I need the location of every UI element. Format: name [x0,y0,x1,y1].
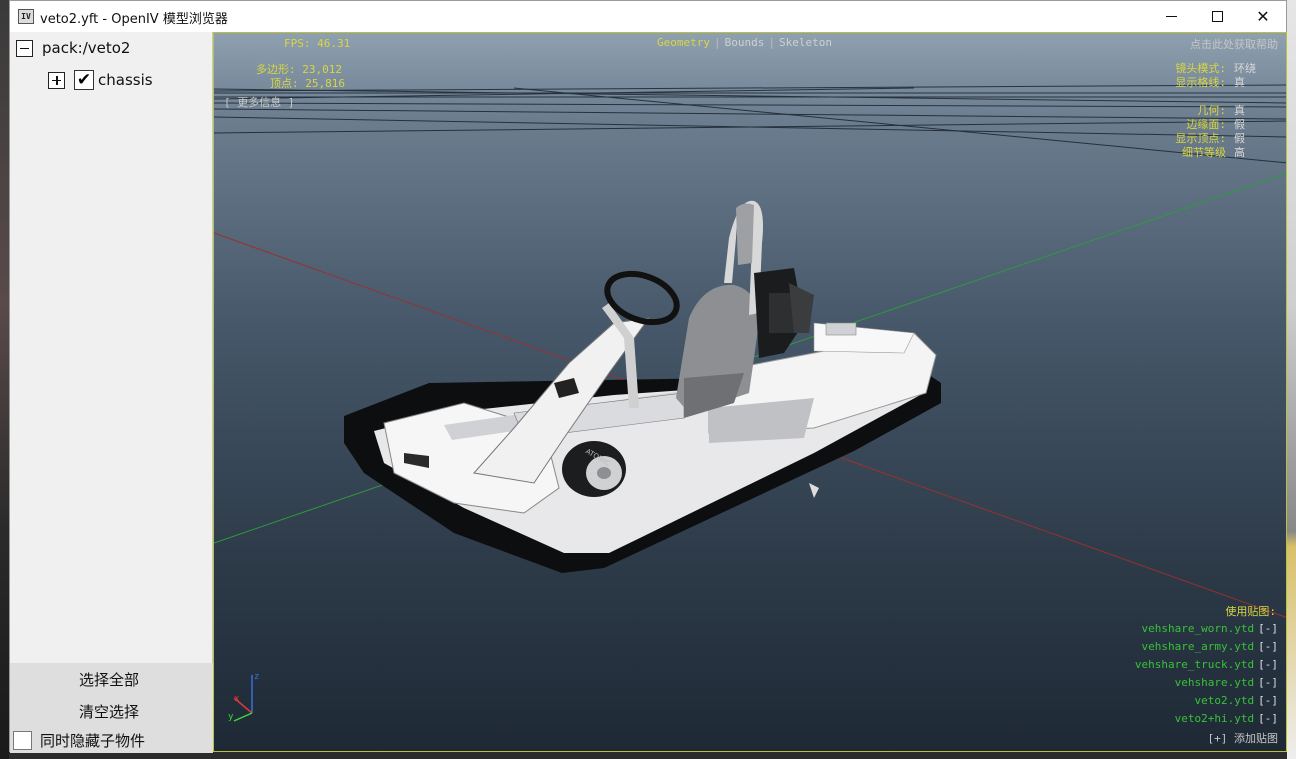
add-texture-button[interactable]: [+] 添加贴图 [1208,730,1279,746]
remove-texture-button[interactable]: [-] [1258,712,1278,725]
title-bar[interactable]: IV veto2.yft - OpenIV 模型浏览器 ✕ [10,1,1286,32]
texture-item: vehshare_army.ytd [-] [1142,640,1278,653]
3d-viewport[interactable]: ATOMIC z x y FPS: 46.31 多边形: 23,012 顶点: … [213,32,1287,752]
texture-name: vehshare_truck.ytd [1134,658,1255,671]
close-icon: ✕ [1256,7,1270,26]
remove-texture-button[interactable]: [-] [1258,622,1278,635]
textures-title: 使用贴图: [1225,605,1276,618]
model-tree-panel: pack:/veto2 ✔ chassis [10,32,213,663]
remove-texture-button[interactable]: [-] [1258,676,1278,689]
setting-value: 高 [1234,146,1245,159]
minimize-icon [1165,16,1177,17]
hide-children-option[interactable]: 同时隐藏子物件 [10,727,213,753]
texture-name: veto2.ytd [1194,694,1255,707]
texture-name: veto2+hi.ytd [1174,712,1255,725]
tree-node-root[interactable]: pack:/veto2 [16,39,130,57]
minimize-button[interactable] [1148,1,1194,32]
tree-actions-panel: 选择全部 清空选择 同时隐藏子物件 [10,663,213,753]
tree-node-chassis-label: chassis [98,71,153,89]
vertex-count: 顶点: 25,816 [270,77,345,90]
collapse-icon[interactable] [16,39,33,57]
texture-item: vehshare_worn.ytd [-] [1142,622,1278,635]
remove-texture-button[interactable]: [-] [1258,658,1278,671]
setting-lod[interactable]: 细节等级高 [1182,144,1248,160]
fps-readout: FPS: 46.31 [284,37,351,50]
remove-texture-button[interactable]: [-] [1258,694,1278,707]
texture-name: vehshare_worn.ytd [1141,622,1255,635]
maximize-button[interactable] [1194,1,1240,32]
tab-geometry[interactable]: Geometry [657,36,710,49]
axis-z-label: z [254,672,259,682]
window-title: veto2.yft - OpenIV 模型浏览器 [40,12,228,27]
select-all-button[interactable]: 选择全部 [10,665,208,695]
hide-children-label: 同时隐藏子物件 [40,731,146,750]
maximize-icon [1211,11,1223,22]
texture-item: vehshare.ytd [-] [1175,676,1278,689]
setting-key: 细节等级 [1182,146,1226,159]
axis-gizmo: z x y [228,672,259,722]
setting-value: 真 [1234,76,1245,89]
setting-key: 显示格线: [1175,76,1226,89]
view-mode-tabs: Geometry | Bounds | Skeleton [657,36,832,49]
openiv-window: IV veto2.yft - OpenIV 模型浏览器 ✕ pack:/veto… [9,0,1287,753]
expand-icon[interactable] [48,71,65,89]
desktop-right-edge [1287,0,1296,759]
setting-show-grid[interactable]: 显示格线: 真 [1175,74,1248,90]
hide-children-checkbox[interactable] [13,730,32,750]
kart-model: ATOMIC [344,200,941,573]
tab-skeleton[interactable]: Skeleton [779,36,832,49]
help-link[interactable]: 点击此处获取帮助 [1190,36,1278,52]
texture-name: vehshare.ytd [1174,676,1255,689]
texture-name: vehshare_army.ytd [1141,640,1255,653]
desktop-left-edge [0,0,9,759]
tree-node-root-label: pack:/veto2 [42,39,131,57]
axis-y-label: y [228,712,234,722]
more-info-link[interactable]: [ 更多信息 ] [224,94,295,110]
clear-selection-button[interactable]: 清空选择 [10,697,208,727]
texture-item: veto2.ytd [-] [1195,694,1278,707]
axis-x-label: x [234,694,240,704]
tab-bounds[interactable]: Bounds [725,36,765,49]
checkmark-icon: ✔ [76,70,92,90]
close-button[interactable]: ✕ [1240,1,1286,32]
texture-item: veto2+hi.ytd [-] [1175,712,1278,725]
texture-item: vehshare_truck.ytd [-] [1135,658,1278,671]
tree-node-chassis[interactable]: ✔ chassis [48,70,153,90]
remove-texture-button[interactable]: [-] [1258,640,1278,653]
ground-grid [214,84,1286,164]
openiv-app-icon: IV [18,9,34,24]
chassis-visibility-checkbox[interactable]: ✔ [74,70,94,90]
scene-render: ATOMIC z x y [214,84,1286,722]
